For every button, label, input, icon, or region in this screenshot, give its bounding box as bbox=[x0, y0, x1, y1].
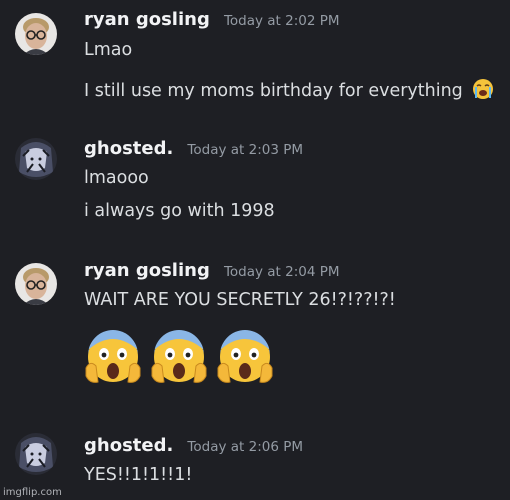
face-screaming-in-fear-icon bbox=[216, 330, 274, 392]
message-group: ryan gosling Today at 2:04 PM WAIT ARE Y… bbox=[0, 255, 510, 405]
watermark: imgflip.com bbox=[3, 487, 62, 498]
timestamp[interactable]: Today at 2:02 PM bbox=[224, 13, 340, 29]
face-screaming-in-fear-icon bbox=[84, 330, 142, 392]
message-header: ghosted. Today at 2:06 PM bbox=[84, 435, 303, 456]
message-text: YES!!1!1!!1! bbox=[84, 465, 193, 485]
username[interactable]: ryan gosling bbox=[84, 260, 210, 281]
message-text: WAIT ARE YOU SECRETLY 26!?!??!?! bbox=[84, 290, 396, 310]
user-avatar[interactable] bbox=[15, 263, 57, 305]
timestamp[interactable]: Today at 2:04 PM bbox=[224, 264, 340, 280]
message-text: lmaooo bbox=[84, 168, 149, 188]
timestamp[interactable]: Today at 2:06 PM bbox=[187, 439, 303, 455]
user-avatar[interactable] bbox=[15, 138, 57, 180]
message-group: ghosted. Today at 2:06 PM YES!!1!1!!1! bbox=[0, 425, 510, 500]
emoji-row bbox=[84, 330, 274, 392]
message-header: ryan gosling Today at 2:04 PM bbox=[84, 260, 340, 281]
message-group: ghosted. Today at 2:03 PM lmaooo i alway… bbox=[0, 130, 510, 240]
message-text-with-emoji: I still use my moms birthday for everyth… bbox=[84, 78, 494, 105]
message-header: ryan gosling Today at 2:02 PM bbox=[84, 9, 340, 30]
username[interactable]: ghosted. bbox=[84, 435, 173, 456]
message-group: ryan gosling Today at 2:02 PM Lmao I sti… bbox=[0, 0, 510, 120]
loudly-crying-face-icon bbox=[472, 78, 494, 105]
user-avatar[interactable] bbox=[15, 433, 57, 475]
username[interactable]: ryan gosling bbox=[84, 9, 210, 30]
message-text: Lmao bbox=[84, 40, 133, 60]
timestamp[interactable]: Today at 2:03 PM bbox=[187, 142, 303, 158]
message-text: I still use my moms birthday for everyth… bbox=[84, 81, 463, 101]
user-avatar[interactable] bbox=[15, 13, 57, 55]
message-header: ghosted. Today at 2:03 PM bbox=[84, 138, 303, 159]
message-text: i always go with 1998 bbox=[84, 201, 275, 221]
username[interactable]: ghosted. bbox=[84, 138, 173, 159]
face-screaming-in-fear-icon bbox=[150, 330, 208, 392]
